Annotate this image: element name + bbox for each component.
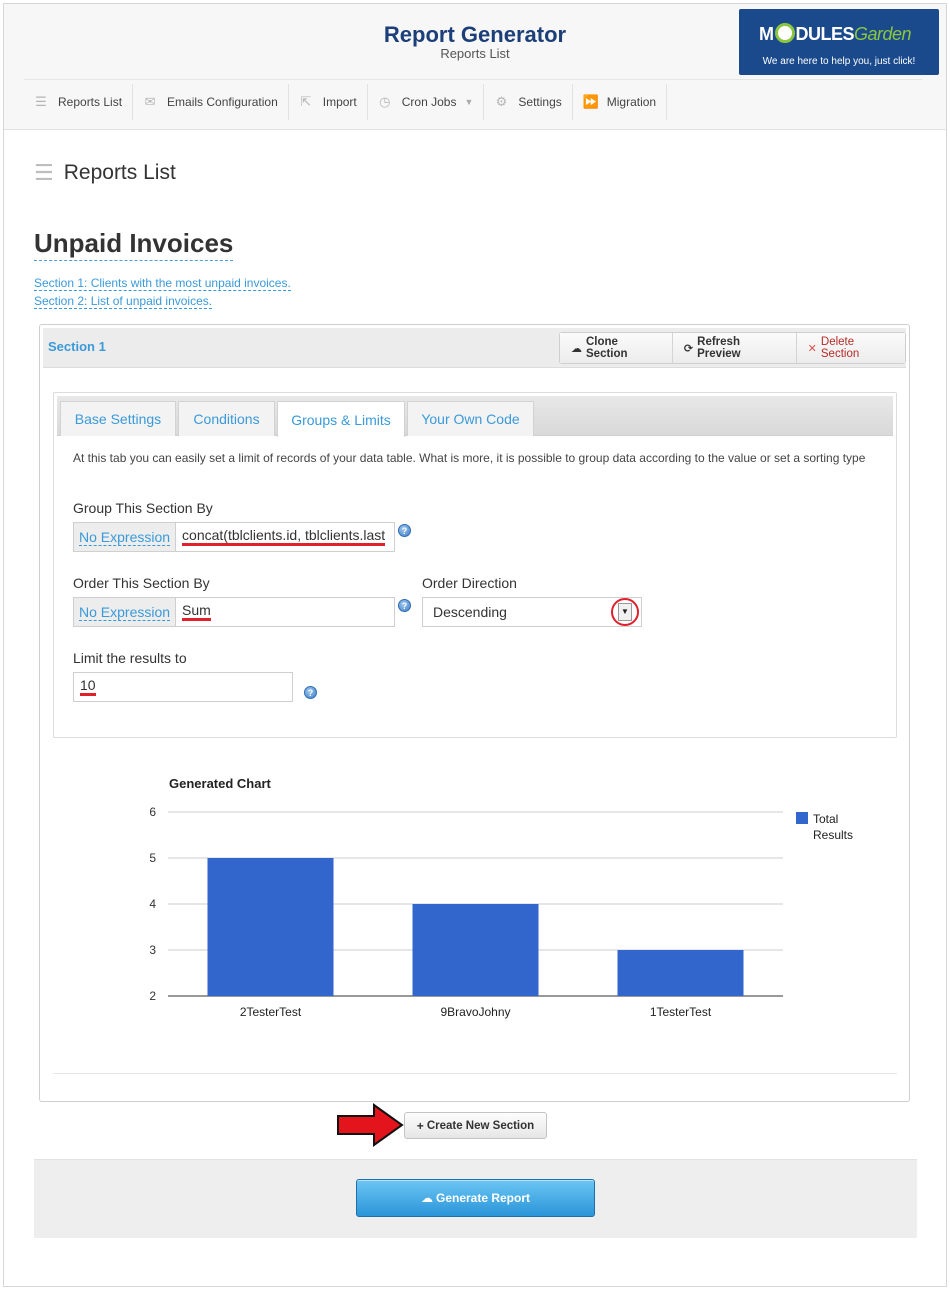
report-name[interactable]: Unpaid Invoices bbox=[34, 228, 234, 261]
envelope-icon: ✉ bbox=[144, 94, 156, 109]
nav-item-import[interactable]: ⇱ Import bbox=[289, 84, 368, 120]
bar bbox=[412, 904, 539, 996]
x-tick-label: 2TesterTest bbox=[240, 1005, 302, 1019]
logo-tagline: We are here to help you, just click! bbox=[762, 56, 916, 67]
y-tick-label: 6 bbox=[149, 805, 156, 819]
y-tick-label: 3 bbox=[149, 943, 156, 957]
nav-label: Migration bbox=[606, 95, 657, 109]
list-icon: ☰ bbox=[34, 160, 54, 185]
nav-item-reports-list[interactable]: ☰ Reports List bbox=[24, 84, 134, 120]
logo-brand-light: Garden bbox=[854, 24, 912, 44]
generate-report-button[interactable]: ☁ Generate Report bbox=[356, 1179, 595, 1217]
legend-swatch bbox=[796, 812, 808, 824]
forward-icon: ⏩ bbox=[582, 94, 599, 109]
create-new-section-button[interactable]: + Create New Section bbox=[404, 1112, 547, 1139]
clock-icon: ◷ bbox=[379, 94, 391, 109]
section-panel: Section 1 ☁ Clone Section ⟳ Refresh Prev… bbox=[39, 324, 910, 1102]
section-link-1[interactable]: Section 1: Clients with the most unpaid … bbox=[34, 276, 291, 291]
nav-divider bbox=[24, 79, 922, 80]
plus-icon: + bbox=[416, 1118, 424, 1133]
button-label: Create New Section bbox=[426, 1119, 535, 1132]
legend-label: Results bbox=[813, 828, 853, 842]
nav-label: Emails Configuration bbox=[167, 95, 278, 109]
arrow-pointer-icon bbox=[337, 1103, 404, 1147]
logo-wordmark: M DULESGarden bbox=[759, 23, 912, 45]
y-tick-label: 5 bbox=[149, 851, 156, 865]
nav-label: Cron Jobs bbox=[401, 95, 457, 109]
button-label: Generate Report bbox=[435, 1191, 531, 1205]
page-title: ☰ Reports List bbox=[34, 160, 176, 186]
gears-icon: ⚙ bbox=[495, 94, 508, 109]
bar bbox=[617, 950, 744, 996]
legend-label: Total bbox=[813, 812, 838, 826]
page-title-text: Reports List bbox=[63, 161, 176, 184]
nav-label: Reports List bbox=[58, 95, 123, 109]
nav-label: Import bbox=[322, 95, 357, 109]
nav-item-migration[interactable]: ⏩ Migration bbox=[573, 84, 668, 120]
x-tick-label: 1TesterTest bbox=[650, 1005, 712, 1019]
share-icon: ⇱ bbox=[300, 94, 312, 109]
chevron-down-icon: ▼ bbox=[464, 97, 474, 107]
y-tick-label: 4 bbox=[149, 897, 156, 911]
chart-divider bbox=[53, 1073, 897, 1074]
logo-brand-bold: M DULES bbox=[759, 23, 855, 44]
bar bbox=[207, 858, 334, 996]
modulesgarden-logo[interactable]: M DULESGarden We are here to help you, ju… bbox=[739, 9, 939, 75]
list-icon: ☰ bbox=[35, 94, 47, 109]
logo-circle-icon bbox=[774, 23, 795, 43]
section-link-2[interactable]: Section 2: List of unpaid invoices. bbox=[34, 294, 213, 309]
nav-item-cron-jobs[interactable]: ◷ Cron Jobs ▼ bbox=[368, 84, 485, 120]
nav-item-settings[interactable]: ⚙ Settings bbox=[484, 84, 573, 120]
y-tick-label: 2 bbox=[149, 989, 156, 1003]
cloud-icon: ☁ bbox=[420, 1191, 433, 1205]
x-tick-label: 9BravoJohny bbox=[440, 1005, 510, 1019]
main-nav: ☰ Reports List ✉ Emails Configuration ⇱ … bbox=[24, 84, 668, 120]
nav-item-emails-configuration[interactable]: ✉ Emails Configuration bbox=[133, 84, 289, 120]
nav-label: Settings bbox=[518, 95, 562, 109]
generated-chart: 2 3 4 5 6 2TesterTest 9BravoJohny 1TesterTest To… bbox=[149, 805, 853, 1019]
